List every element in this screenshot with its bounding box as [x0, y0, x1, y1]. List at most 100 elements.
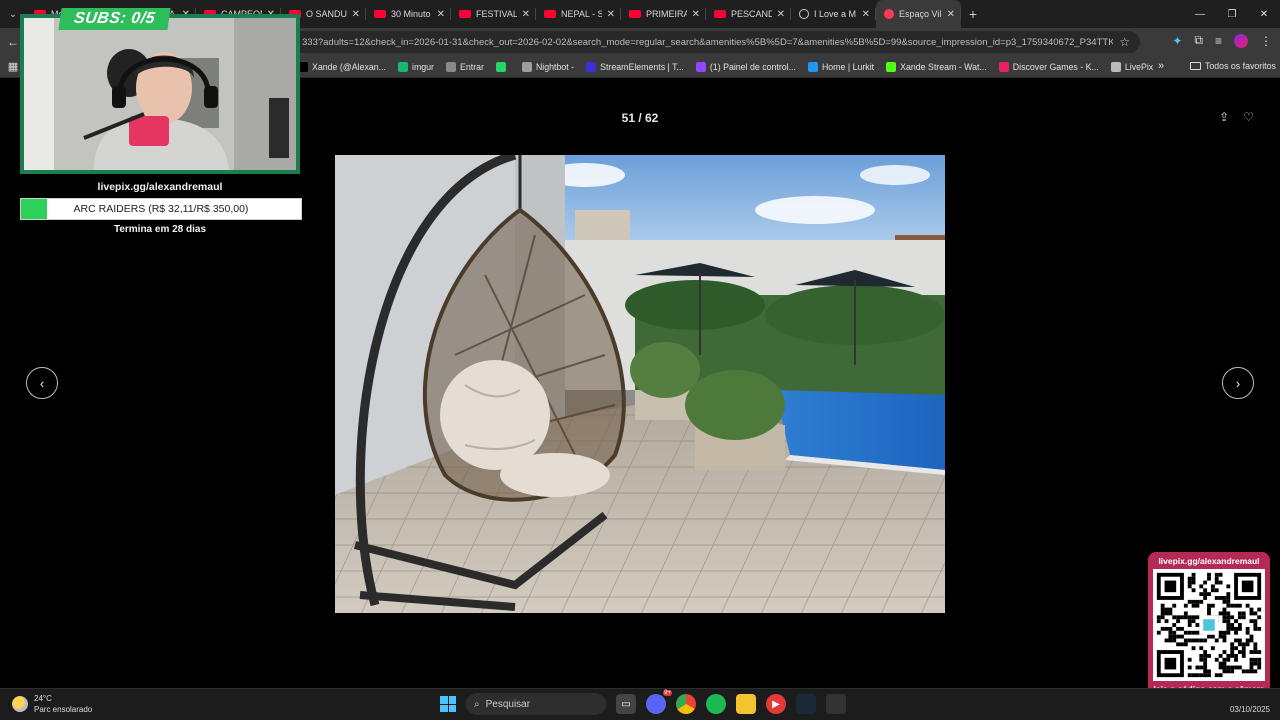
folder-icon: [1190, 62, 1201, 70]
translate-extension-icon[interactable]: ✦: [1172, 34, 1182, 48]
bookmark-list: Xande (@Alexan... imgur Entrar Nightbot - St…: [298, 56, 1153, 78]
browser-tab[interactable]: PRIMEIRA ✕: [621, 0, 706, 28]
bookmark-item[interactable]: LivePix: [1110, 62, 1153, 72]
browser-tab[interactable]: I Love a M ✕: [791, 0, 876, 28]
bookmark-item[interactable]: Xande Stream - Wat...: [886, 62, 987, 72]
bookmark-label: StreamElements | T...: [600, 62, 684, 72]
bookmark-favicon-icon: [445, 62, 456, 72]
tab-title: PESCAND: [731, 9, 772, 19]
bookmark-favicon-icon: [1110, 62, 1121, 72]
bookmark-item[interactable]: Xande (@Alexan...: [298, 62, 386, 72]
taskbar-search[interactable]: ⌕ Pesquisar: [466, 693, 606, 715]
search-placeholder: Pesquisar: [485, 698, 531, 710]
bookmark-item[interactable]: Entrar: [445, 62, 484, 72]
close-window-button[interactable]: ✕: [1248, 0, 1280, 28]
weather-description: Parc ensolarado: [34, 705, 93, 714]
bookmark-star-icon[interactable]: ☆: [1119, 35, 1130, 49]
taskbar-apps: ⌕ Pesquisar ▭ 9+ ▶: [440, 690, 846, 715]
menu-icon[interactable]: ⋮: [1260, 34, 1272, 48]
taskbar: 24°C Parc ensolarado ⌕ Pesquisar ▭ 9+ ▶ …: [0, 688, 1280, 720]
next-photo-button[interactable]: ›: [1222, 367, 1254, 399]
youtube-icon: [714, 10, 726, 18]
qr-title: livepix.gg/alexandremaul: [1158, 556, 1260, 566]
youtube-icon: [544, 10, 556, 18]
bookmark-favicon-icon: [998, 62, 1009, 72]
tab-close-icon[interactable]: ✕: [437, 9, 445, 20]
minimize-button[interactable]: —: [1184, 0, 1216, 28]
bookmark-item[interactable]: Nightbot -: [521, 62, 574, 72]
toolbar-icons: ✦ ⧉ ≡ ⋮: [1172, 33, 1272, 48]
steam-icon[interactable]: [796, 694, 816, 714]
new-tab-button[interactable]: +: [961, 6, 985, 22]
bookmark-item[interactable]: Discover Games - K...: [998, 62, 1099, 72]
bookmark-item[interactable]: StreamElements | T...: [586, 62, 684, 72]
tab-close-icon[interactable]: ✕: [862, 9, 870, 20]
bookmark-label: Xande Stream - Wat...: [900, 62, 987, 72]
bookmark-favicon-icon: [807, 62, 818, 72]
task-view-icon[interactable]: ▭: [616, 694, 636, 714]
previous-photo-button[interactable]: ‹: [26, 367, 58, 399]
bookmark-favicon-icon: [495, 62, 506, 72]
bookmark-item[interactable]: Home | Lurkit: [807, 62, 875, 72]
donation-url: livepix.gg/alexandremaul: [97, 181, 223, 193]
file-explorer-icon[interactable]: [736, 694, 756, 714]
browser-tab[interactable]: 30 Minuto ✕: [366, 0, 451, 28]
tab-close-icon[interactable]: ✕: [522, 9, 530, 20]
more-bookmarks-icon[interactable]: »: [1158, 60, 1164, 72]
media-controls-icon[interactable]: ≡: [1215, 34, 1222, 48]
tab-title: NEPAL - Só: [561, 9, 602, 19]
bookmark-item[interactable]: imgur: [397, 62, 434, 72]
maximize-button[interactable]: ❐: [1216, 0, 1248, 28]
airbnb-icon: [884, 9, 894, 19]
tab-title: O SANDUÍ: [306, 9, 347, 19]
discord-icon[interactable]: 9+: [646, 690, 672, 714]
goal-deadline: Termina em 28 dias: [113, 224, 207, 235]
bookmark-label: imgur: [411, 62, 434, 72]
extensions-icon[interactable]: ⧉: [1194, 33, 1203, 48]
bookmark-label: Home | Lurkit: [821, 62, 875, 72]
bookmark-favicon-icon: [397, 62, 408, 72]
heart-icon[interactable]: ♡: [1243, 110, 1254, 124]
bookmark-item[interactable]: [495, 62, 510, 72]
discord-badge: 9+: [663, 690, 672, 696]
temperature: 24°C: [34, 694, 52, 703]
bookmark-label: (1) Painel de control...: [709, 62, 796, 72]
weather-widget[interactable]: 24°C Parc ensolarado: [12, 693, 92, 715]
listing-photo: [335, 155, 945, 613]
url-text: 333?adults=12&check_in=2026-01-31&check_…: [302, 36, 1114, 48]
youtube-icon: [459, 10, 471, 18]
tab-close-icon[interactable]: ✕: [692, 9, 700, 20]
browser-tab[interactable]: Espaço Vil ✕: [876, 0, 961, 28]
tab-close-icon[interactable]: ✕: [777, 9, 785, 20]
youtube-icon: [374, 10, 386, 18]
browser-tab[interactable]: NEPAL - Só ✕: [536, 0, 621, 28]
browser-tab[interactable]: FESTIVAL ✕: [451, 0, 536, 28]
profile-avatar[interactable]: [1234, 33, 1248, 48]
tab-close-icon[interactable]: ✕: [947, 9, 955, 20]
qr-code-panel: livepix.gg/alexandremaul leia o código c…: [1148, 552, 1270, 708]
app-icon[interactable]: [826, 694, 846, 714]
browser-tab[interactable]: PESCAND ✕: [706, 0, 791, 28]
tab-title: 30 Minuto: [391, 9, 431, 19]
all-bookmarks-label: Todos os favoritos: [1205, 61, 1276, 71]
tab-title: FESTIVAL: [476, 9, 517, 19]
bookmark-favicon-icon: [886, 62, 897, 72]
tab-title: PRIMEIRA: [646, 9, 687, 19]
media-player-icon[interactable]: ▶: [766, 694, 786, 714]
windows-start-icon[interactable]: [440, 696, 456, 712]
goal-label: ARC RAIDERS (R$ 32,11/R$ 350,00): [73, 203, 249, 215]
webcam-feed: [20, 14, 300, 174]
bookmark-favicon-icon: [521, 62, 532, 72]
all-bookmarks[interactable]: Todos os favoritos: [1190, 61, 1276, 71]
spotify-icon[interactable]: [706, 694, 726, 714]
bookmark-favicon-icon: [586, 62, 597, 72]
bookmark-label: Xande (@Alexan...: [312, 62, 386, 72]
share-icon[interactable]: ⇪: [1219, 110, 1229, 124]
chrome-icon[interactable]: [676, 694, 696, 714]
bookmark-item[interactable]: (1) Painel de control...: [695, 62, 796, 72]
tab-close-icon[interactable]: ✕: [607, 9, 615, 20]
tab-close-icon[interactable]: ✕: [352, 9, 360, 20]
url-field[interactable]: 333?adults=12&check_in=2026-01-31&check_…: [292, 31, 1140, 53]
weather-sun-icon: [12, 696, 28, 712]
system-tray[interactable]: 03/10/2025: [1230, 693, 1270, 715]
